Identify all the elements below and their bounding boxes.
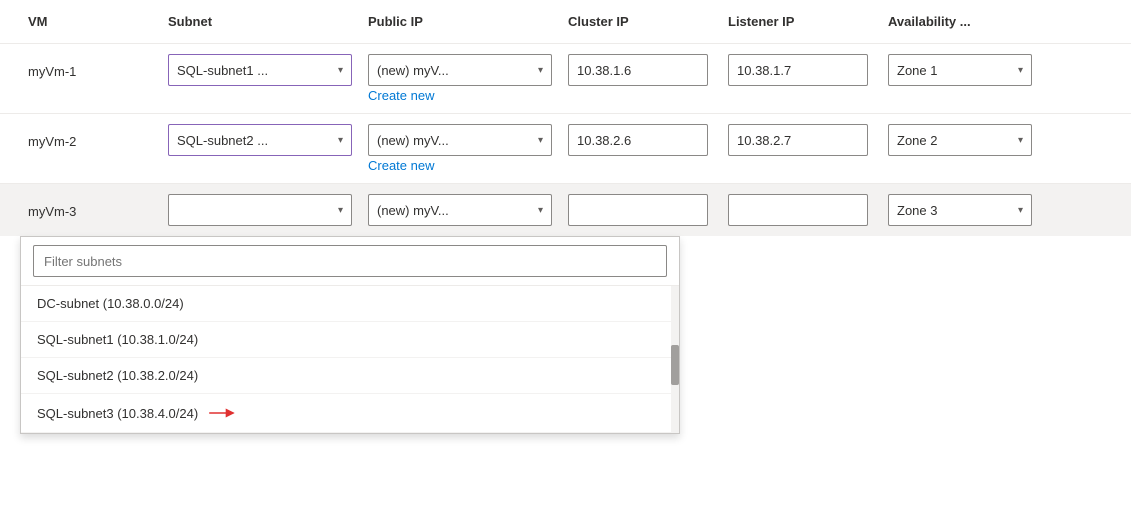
header-public-ip: Public IP — [360, 10, 560, 33]
filter-container — [21, 237, 679, 286]
vm-name: myVm-1 — [28, 54, 152, 79]
cluster-ip-input-1[interactable] — [568, 54, 708, 86]
chevron-down-icon: ▾ — [538, 135, 543, 146]
subnet-option-sql3[interactable]: SQL-subnet3 (10.38.4.0/24) — [21, 394, 679, 433]
availability-cell-3: Zone 3 ▾ — [880, 184, 1040, 236]
public-ip-dropdown-3-value: (new) myV... — [377, 203, 449, 218]
chevron-down-icon: ▾ — [538, 205, 543, 216]
scrollbar-thumb[interactable] — [671, 345, 679, 385]
public-ip-dropdown-1[interactable]: (new) myV... ▾ — [368, 54, 552, 86]
subnet-option-sql2[interactable]: SQL-subnet2 (10.38.2.0/24) — [21, 358, 679, 394]
cluster-ip-cell-2 — [560, 114, 720, 166]
listener-ip-cell-2 — [720, 114, 880, 166]
subnet-cell-1: SQL-subnet1 ... ▾ — [160, 44, 360, 96]
scrollbar-track — [671, 286, 679, 433]
vm-name: myVm-3 — [28, 194, 152, 219]
table-row: myVm-1 SQL-subnet1 ... ▾ (new) myV... ▾ … — [0, 44, 1131, 114]
table-header: VM Subnet Public IP Cluster IP Listener … — [0, 0, 1131, 44]
availability-dropdown-3-value: Zone 3 — [897, 203, 937, 218]
listener-ip-input-3[interactable] — [728, 194, 868, 226]
header-listener-ip: Listener IP — [720, 10, 880, 33]
vm-name: myVm-2 — [28, 124, 152, 149]
public-ip-cell-3: (new) myV... ▾ — [360, 184, 560, 236]
availability-dropdown-2[interactable]: Zone 2 ▾ — [888, 124, 1032, 156]
listener-ip-input-1[interactable] — [728, 54, 868, 86]
subnet-dropdown-panel: DC-subnet (10.38.0.0/24) SQL-subnet1 (10… — [20, 236, 680, 434]
header-subnet: Subnet — [160, 10, 360, 33]
chevron-down-icon: ▾ — [1018, 65, 1023, 76]
create-new-link-1[interactable]: Create new — [368, 88, 552, 103]
subnet-dropdown-3[interactable]: ▾ — [168, 194, 352, 226]
arrow-indicator — [208, 404, 238, 422]
subnet-options-list: DC-subnet (10.38.0.0/24) SQL-subnet1 (10… — [21, 286, 679, 433]
public-ip-dropdown-3[interactable]: (new) myV... ▾ — [368, 194, 552, 226]
chevron-down-icon: ▾ — [538, 65, 543, 76]
availability-dropdown-1-value: Zone 1 — [897, 63, 937, 78]
public-ip-cell-1: (new) myV... ▾ Create new — [360, 44, 560, 113]
vm-name-cell: myVm-3 — [20, 184, 160, 229]
chevron-down-icon: ▾ — [1018, 135, 1023, 146]
availability-dropdown-2-value: Zone 2 — [897, 133, 937, 148]
public-ip-cell-2: (new) myV... ▾ Create new — [360, 114, 560, 183]
cluster-ip-input-2[interactable] — [568, 124, 708, 156]
public-ip-dropdown-1-value: (new) myV... — [377, 63, 449, 78]
chevron-down-icon: ▾ — [338, 65, 343, 76]
cluster-ip-input-3[interactable] — [568, 194, 708, 226]
table-row-highlighted: myVm-3 ▾ (new) myV... ▾ Zone 3 ▾ — [0, 184, 1131, 236]
public-ip-dropdown-2-value: (new) myV... — [377, 133, 449, 148]
subnet-cell-2: SQL-subnet2 ... ▾ — [160, 114, 360, 166]
vm-name-cell: myVm-2 — [20, 114, 160, 159]
header-vm: VM — [20, 10, 160, 33]
listener-ip-input-2[interactable] — [728, 124, 868, 156]
subnet-option-dc[interactable]: DC-subnet (10.38.0.0/24) — [21, 286, 679, 322]
filter-subnets-input[interactable] — [33, 245, 667, 277]
subnet-dropdown-2[interactable]: SQL-subnet2 ... ▾ — [168, 124, 352, 156]
chevron-down-icon: ▾ — [338, 205, 343, 216]
cluster-ip-cell-3 — [560, 184, 720, 236]
subnet-dropdown-2-value: SQL-subnet2 ... — [177, 133, 268, 148]
create-new-link-2[interactable]: Create new — [368, 158, 552, 173]
subnet-option-sql1[interactable]: SQL-subnet1 (10.38.1.0/24) — [21, 322, 679, 358]
vm-network-table: VM Subnet Public IP Cluster IP Listener … — [0, 0, 1131, 520]
cluster-ip-cell-1 — [560, 44, 720, 96]
public-ip-dropdown-2[interactable]: (new) myV... ▾ — [368, 124, 552, 156]
availability-cell-2: Zone 2 ▾ — [880, 114, 1040, 166]
subnet-cell-3: ▾ — [160, 184, 360, 236]
vm-name-cell: myVm-1 — [20, 44, 160, 89]
chevron-down-icon: ▾ — [1018, 205, 1023, 216]
table-row: myVm-2 SQL-subnet2 ... ▾ (new) myV... ▾ … — [0, 114, 1131, 184]
listener-ip-cell-3 — [720, 184, 880, 236]
subnet-dropdown-1-value: SQL-subnet1 ... — [177, 63, 268, 78]
header-cluster-ip: Cluster IP — [560, 10, 720, 33]
listener-ip-cell-1 — [720, 44, 880, 96]
availability-cell-1: Zone 1 ▾ — [880, 44, 1040, 96]
chevron-down-icon: ▾ — [338, 135, 343, 146]
subnet-dropdown-1[interactable]: SQL-subnet1 ... ▾ — [168, 54, 352, 86]
header-availability: Availability ... — [880, 10, 1040, 33]
availability-dropdown-3[interactable]: Zone 3 ▾ — [888, 194, 1032, 226]
availability-dropdown-1[interactable]: Zone 1 ▾ — [888, 54, 1032, 86]
